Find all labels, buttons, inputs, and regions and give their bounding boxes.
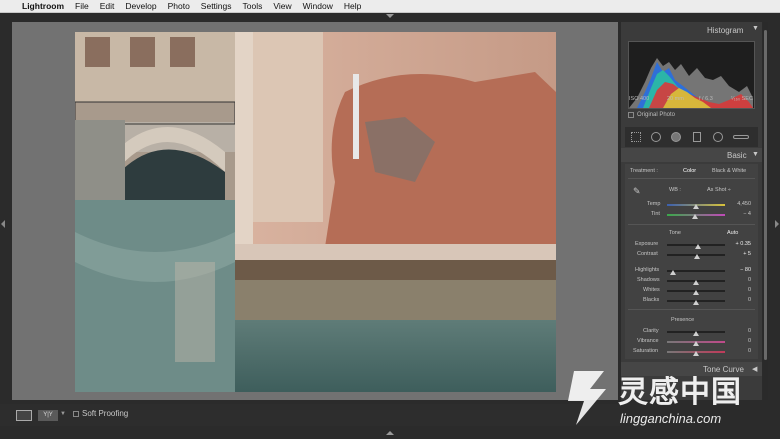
soft-proofing-toggle[interactable]: Soft Proofing <box>73 409 128 418</box>
histogram-collapse-icon[interactable]: ▼ <box>752 25 759 32</box>
watermark-text: 灵感中国 <box>618 375 742 410</box>
saturation-slider-thumb[interactable] <box>693 351 699 356</box>
menu-tools[interactable]: Tools <box>243 1 263 11</box>
menu-file[interactable]: File <box>75 1 89 11</box>
presence-label: Presence <box>671 317 695 323</box>
shadows-slider-thumb[interactable] <box>693 280 699 285</box>
tint-value[interactable]: − 4 <box>729 211 751 217</box>
whites-label: Whites <box>643 287 660 293</box>
crop-overlay-icon[interactable] <box>631 132 641 142</box>
treatment-bw-button[interactable]: Black & White <box>712 168 746 174</box>
vibrance-label: Vibrance <box>637 338 659 344</box>
graduated-filter-icon[interactable] <box>693 132 701 142</box>
wb-eyedropper-icon[interactable]: ✎ <box>633 186 641 197</box>
saturation-label: Saturation <box>633 348 659 354</box>
basic-panel-header[interactable]: Basic ▼ <box>621 148 762 162</box>
shadows-value[interactable]: 0 <box>729 277 751 283</box>
temp-slider-thumb[interactable] <box>693 204 699 209</box>
before-after-dropdown-icon[interactable]: ▼ <box>60 411 66 417</box>
wb-select[interactable]: As Shot ÷ <box>707 187 731 193</box>
contrast-value[interactable]: + 5 <box>729 251 751 257</box>
exposure-value[interactable]: + 0.35 <box>729 241 751 247</box>
bottom-toolbar: Y|Y ▼ Soft Proofing <box>0 404 620 426</box>
clarity-slider-thumb[interactable] <box>693 331 699 336</box>
watermark: 灵感中国 lingganchina.com <box>560 365 778 435</box>
basic-title: Basic <box>727 151 747 160</box>
adjustment-brush-icon[interactable] <box>733 135 749 139</box>
tool-strip <box>625 127 758 147</box>
menu-app[interactable]: Lightroom <box>22 1 64 11</box>
blacks-value[interactable]: 0 <box>729 297 751 303</box>
treatment-color-button[interactable]: Color <box>683 168 696 174</box>
exif-aperture: f / 6.3 <box>699 96 713 102</box>
right-panel-toggle-icon[interactable] <box>775 220 779 228</box>
vibrance-value[interactable]: 0 <box>729 338 751 344</box>
auto-tone-button[interactable]: Auto <box>727 230 738 236</box>
original-photo-checkbox[interactable] <box>628 112 634 118</box>
highlights-slider-thumb[interactable] <box>669 270 676 275</box>
scrollbar-thumb[interactable] <box>764 30 767 360</box>
menu-settings[interactable]: Settings <box>201 1 232 11</box>
blacks-label: Blacks <box>643 297 660 303</box>
divider <box>628 224 755 225</box>
highlights-label: Highlights <box>635 267 660 273</box>
original-photo-toggle[interactable]: Original Photo <box>628 112 675 118</box>
before-after-button[interactable]: Y|Y <box>38 410 58 421</box>
temp-value[interactable]: 4,450 <box>729 201 751 207</box>
tint-slider-thumb[interactable] <box>692 214 699 219</box>
photo-preview[interactable] <box>75 32 556 392</box>
histogram-title[interactable]: Histogram <box>707 26 743 35</box>
clarity-label: Clarity <box>643 328 659 334</box>
menu-develop[interactable]: Develop <box>125 1 156 11</box>
highlights-value[interactable]: − 80 <box>729 267 751 273</box>
tone-label: Tone <box>669 230 681 236</box>
watermark-logo-icon <box>568 371 606 425</box>
saturation-value[interactable]: 0 <box>729 348 751 354</box>
shadows-label: Shadows <box>637 277 660 283</box>
treatment-label: Treatment : <box>630 168 658 174</box>
temp-label: Temp <box>647 201 661 207</box>
soft-proofing-label: Soft Proofing <box>82 409 129 418</box>
exposure-label: Exposure <box>635 241 659 247</box>
red-eye-icon[interactable] <box>671 132 681 142</box>
filmstrip-toggle-icon[interactable] <box>386 431 394 435</box>
exif-shutter: ¹⁄₁₆₀ SEC <box>731 96 753 102</box>
divider <box>628 178 755 179</box>
exposure-slider-thumb[interactable] <box>694 244 701 249</box>
vibrance-slider-thumb[interactable] <box>693 341 699 346</box>
tint-label: Tint <box>651 211 660 217</box>
menu-window[interactable]: Window <box>303 1 333 11</box>
photo-image <box>75 32 556 392</box>
soft-proofing-checkbox[interactable] <box>73 410 79 417</box>
menu-help[interactable]: Help <box>344 1 361 11</box>
blacks-slider-thumb[interactable] <box>693 300 699 305</box>
left-panel-toggle-icon[interactable] <box>1 220 5 228</box>
radial-filter-icon[interactable] <box>713 132 723 142</box>
contrast-slider-thumb[interactable] <box>693 254 700 259</box>
menu-photo[interactable]: Photo <box>168 1 190 11</box>
wb-label: WB : <box>669 187 681 193</box>
clarity-value[interactable]: 0 <box>729 328 751 334</box>
loupe-view-button[interactable] <box>16 410 32 421</box>
contrast-label: Contrast <box>637 251 658 257</box>
basic-collapse-icon[interactable]: ▼ <box>752 151 759 158</box>
exif-iso: ISO 400 <box>629 96 650 102</box>
spot-removal-icon[interactable] <box>651 132 661 142</box>
basic-panel: Treatment : Color Black & White ✎ WB : A… <box>625 164 758 359</box>
menu-view[interactable]: View <box>273 1 291 11</box>
right-panel-scrollbar[interactable] <box>763 22 768 400</box>
menu-bar: Lightroom File Edit Develop Photo Settin… <box>0 0 780 13</box>
original-photo-label: Original Photo <box>637 112 676 118</box>
divider <box>628 309 755 310</box>
whites-slider-thumb[interactable] <box>693 290 699 295</box>
watermark-url: lingganchina.com <box>620 411 722 426</box>
menu-edit[interactable]: Edit <box>100 1 115 11</box>
top-panel-toggle-icon[interactable] <box>386 14 394 18</box>
right-panel: Histogram ▼ ISO 400 20 mm f / 6.3 ¹⁄₁₆₀ … <box>621 22 762 400</box>
exif-focal: 20 mm <box>667 96 684 102</box>
whites-value[interactable]: 0 <box>729 287 751 293</box>
